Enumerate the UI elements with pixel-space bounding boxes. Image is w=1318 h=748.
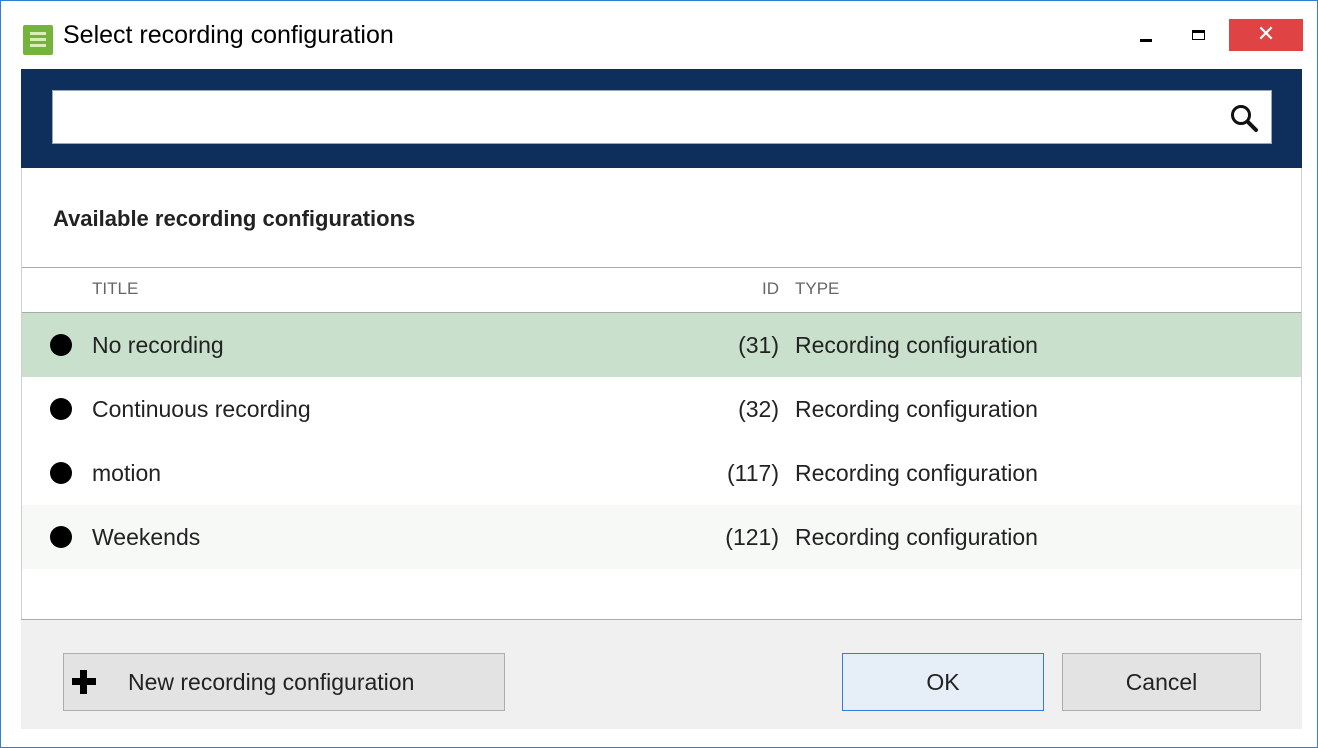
status-dot-icon bbox=[50, 462, 72, 484]
dialog-window: Select recording configuration ✕ Availab… bbox=[0, 0, 1318, 748]
item-title: motion bbox=[92, 460, 162, 486]
list-header: TITLE ID TYPE bbox=[22, 267, 1301, 313]
window-title: Select recording configuration bbox=[63, 21, 394, 49]
item-type: Recording configuration bbox=[795, 460, 1038, 486]
close-icon: ✕ bbox=[1256, 22, 1276, 47]
maximize-button[interactable] bbox=[1175, 19, 1221, 51]
new-button-label: New recording configuration bbox=[128, 669, 415, 695]
column-header-id[interactable]: ID bbox=[762, 279, 779, 299]
title-bar[interactable]: Select recording configuration ✕ bbox=[1, 1, 1317, 69]
list-item[interactable]: motion (117) Recording configuration bbox=[22, 441, 1301, 505]
new-recording-configuration-button[interactable]: New recording configuration bbox=[63, 653, 505, 711]
item-type: Recording configuration bbox=[795, 332, 1038, 358]
list-item[interactable]: No recording (31) Recording configuratio… bbox=[22, 313, 1301, 377]
minimize-button[interactable] bbox=[1123, 19, 1169, 51]
status-dot-icon bbox=[50, 334, 72, 356]
item-title: No recording bbox=[92, 332, 224, 358]
status-dot-icon bbox=[50, 398, 72, 420]
column-header-type[interactable]: TYPE bbox=[795, 279, 839, 299]
dialog-footer: New recording configuration OK Cancel bbox=[21, 619, 1302, 729]
search-band bbox=[21, 69, 1302, 168]
item-type: Recording configuration bbox=[795, 524, 1038, 550]
plus-icon bbox=[72, 670, 96, 694]
search-input[interactable] bbox=[61, 91, 1225, 143]
window-bottom-edge bbox=[21, 729, 1302, 747]
item-id: (121) bbox=[725, 524, 779, 550]
ok-button[interactable]: OK bbox=[842, 653, 1044, 711]
item-id: (31) bbox=[738, 332, 779, 358]
item-id: (32) bbox=[738, 396, 779, 422]
close-button[interactable]: ✕ bbox=[1229, 19, 1303, 51]
list-item[interactable]: Continuous recording (32) Recording conf… bbox=[22, 377, 1301, 441]
list-panel: Available recording configurations TITLE… bbox=[21, 168, 1302, 620]
item-title: Continuous recording bbox=[92, 396, 311, 422]
app-icon bbox=[23, 25, 53, 55]
minimize-icon bbox=[1140, 39, 1152, 42]
search-icon[interactable] bbox=[1229, 103, 1259, 133]
column-header-title[interactable]: TITLE bbox=[92, 279, 138, 299]
item-title: Weekends bbox=[92, 524, 201, 550]
search-box[interactable] bbox=[52, 90, 1272, 144]
cancel-button[interactable]: Cancel bbox=[1062, 653, 1261, 711]
maximize-icon bbox=[1192, 30, 1205, 40]
section-title: Available recording configurations bbox=[53, 206, 416, 231]
status-dot-icon bbox=[50, 526, 72, 548]
item-id: (117) bbox=[727, 460, 779, 486]
list-item[interactable]: Weekends (121) Recording configuration bbox=[22, 505, 1301, 569]
item-type: Recording configuration bbox=[795, 396, 1038, 422]
